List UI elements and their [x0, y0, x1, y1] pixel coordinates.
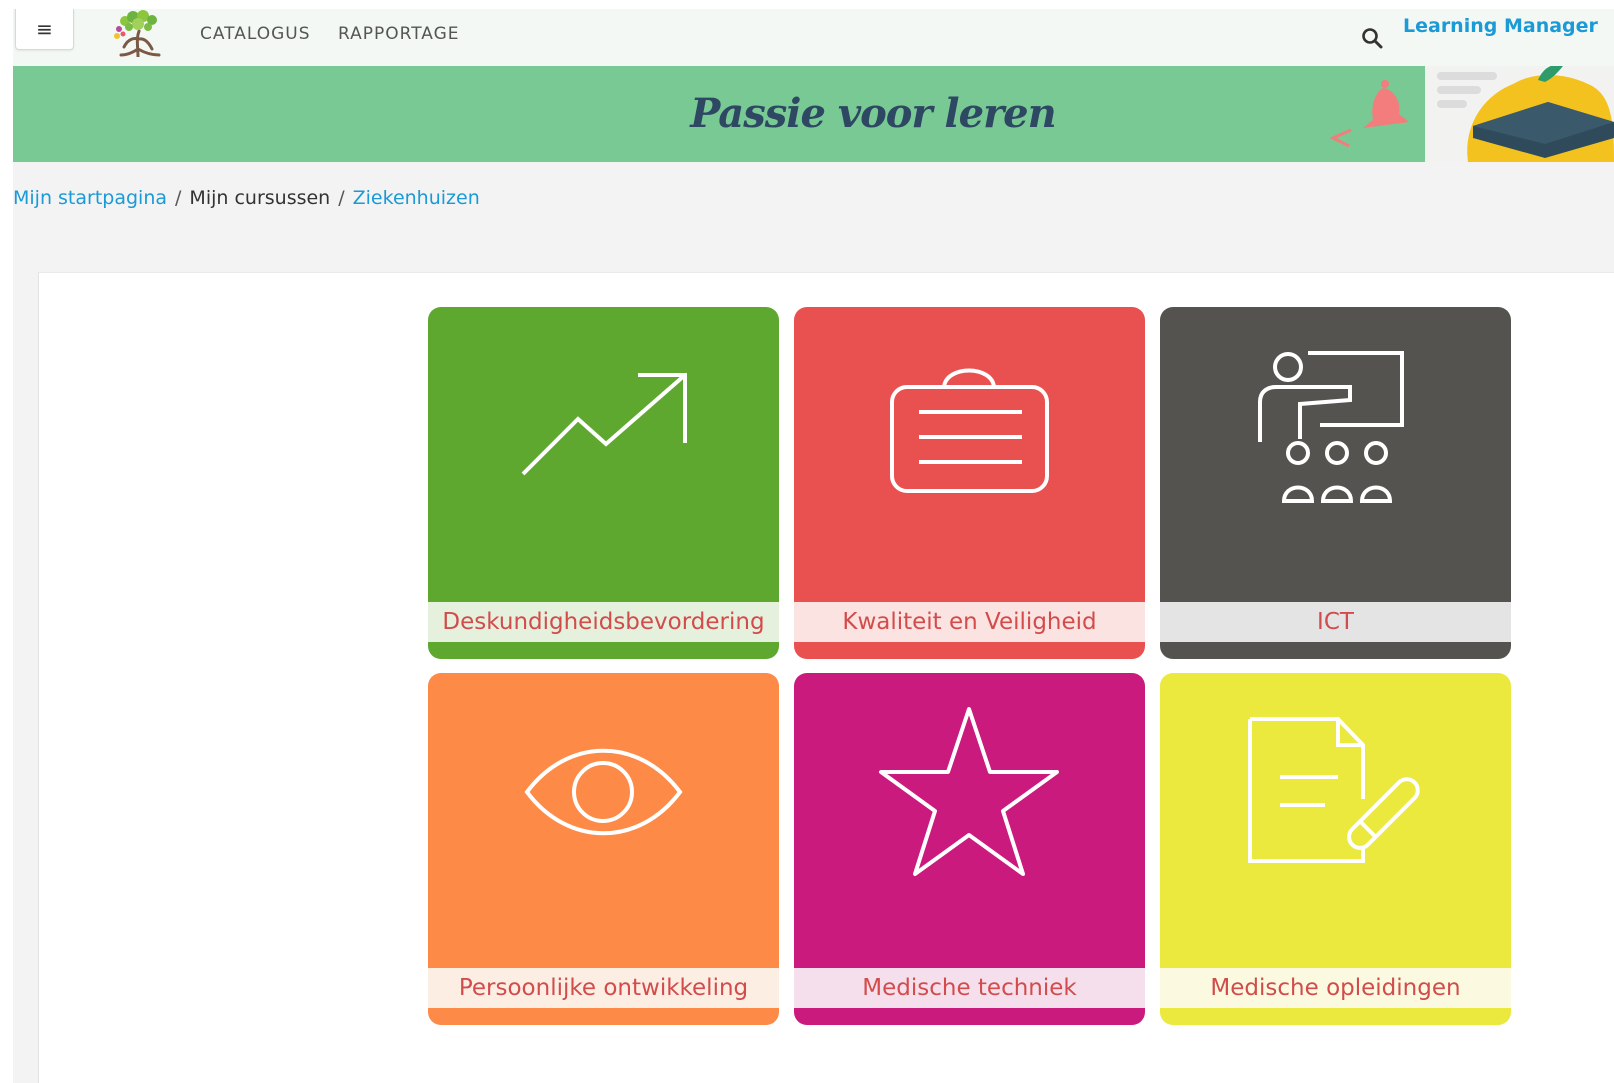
banner-illustration [1329, 66, 1614, 162]
user-menu-link[interactable]: Learning Manager [1403, 15, 1598, 37]
search-icon[interactable] [1361, 27, 1383, 49]
menu-toggle-button[interactable]: ≡ [15, 9, 74, 50]
breadcrumb-category-link[interactable]: Ziekenhuizen [353, 187, 480, 209]
tile-label: Persoonlijke ontwikkeling [428, 968, 779, 1008]
tile-label: Medische opleidingen [1160, 968, 1511, 1008]
breadcrumb-home-link[interactable]: Mijn startpagina [13, 187, 167, 209]
hero-banner: Passie voor leren [13, 66, 1614, 162]
breadcrumb-courses[interactable]: Mijn cursussen [189, 187, 330, 209]
category-tile-deskundigheidsbevordering[interactable]: Deskundigheidsbevordering [428, 307, 779, 659]
top-navbar: ≡ CATALOGUS RAPPORTAGE Learning Manager [13, 9, 1614, 66]
category-tile-persoonlijke-ontwikkeling[interactable]: Persoonlijke ontwikkeling [428, 673, 779, 1025]
hamburger-icon: ≡ [36, 17, 53, 41]
eye-icon [524, 748, 683, 836]
category-tile-medische-opleidingen[interactable]: Medische opleidingen [1160, 673, 1511, 1025]
tile-label: Kwaliteit en Veiligheid [794, 602, 1145, 642]
main-content: Deskundigheidsbevordering Kwaliteit en V… [38, 272, 1614, 1083]
briefcase-icon [890, 368, 1049, 493]
category-tile-kwaliteit-en-veiligheid[interactable]: Kwaliteit en Veiligheid [794, 307, 1145, 659]
star-icon [879, 707, 1059, 876]
teacher-class-icon [1258, 351, 1404, 503]
document-pencil-icon [1248, 717, 1420, 863]
tile-label: ICT [1160, 602, 1511, 642]
trend-up-icon [521, 373, 687, 476]
category-tile-ict[interactable]: ICT [1160, 307, 1511, 659]
breadcrumb-separator: / [338, 187, 345, 209]
breadcrumb-separator: / [175, 187, 182, 209]
nav-catalogus[interactable]: CATALOGUS [200, 24, 311, 44]
tile-label: Deskundigheidsbevordering [428, 602, 779, 642]
page-shell: ≡ CATALOGUS RAPPORTAGE Learning Manager … [13, 9, 1614, 1083]
category-tile-medische-techniek[interactable]: Medische techniek [794, 673, 1145, 1025]
tile-label: Medische techniek [794, 968, 1145, 1008]
breadcrumb: Mijn startpagina / Mijn cursussen / Ziekenhu… [13, 187, 480, 209]
nav-rapportage[interactable]: RAPPORTAGE [338, 24, 460, 44]
tree-logo-icon[interactable] [105, 9, 171, 57]
